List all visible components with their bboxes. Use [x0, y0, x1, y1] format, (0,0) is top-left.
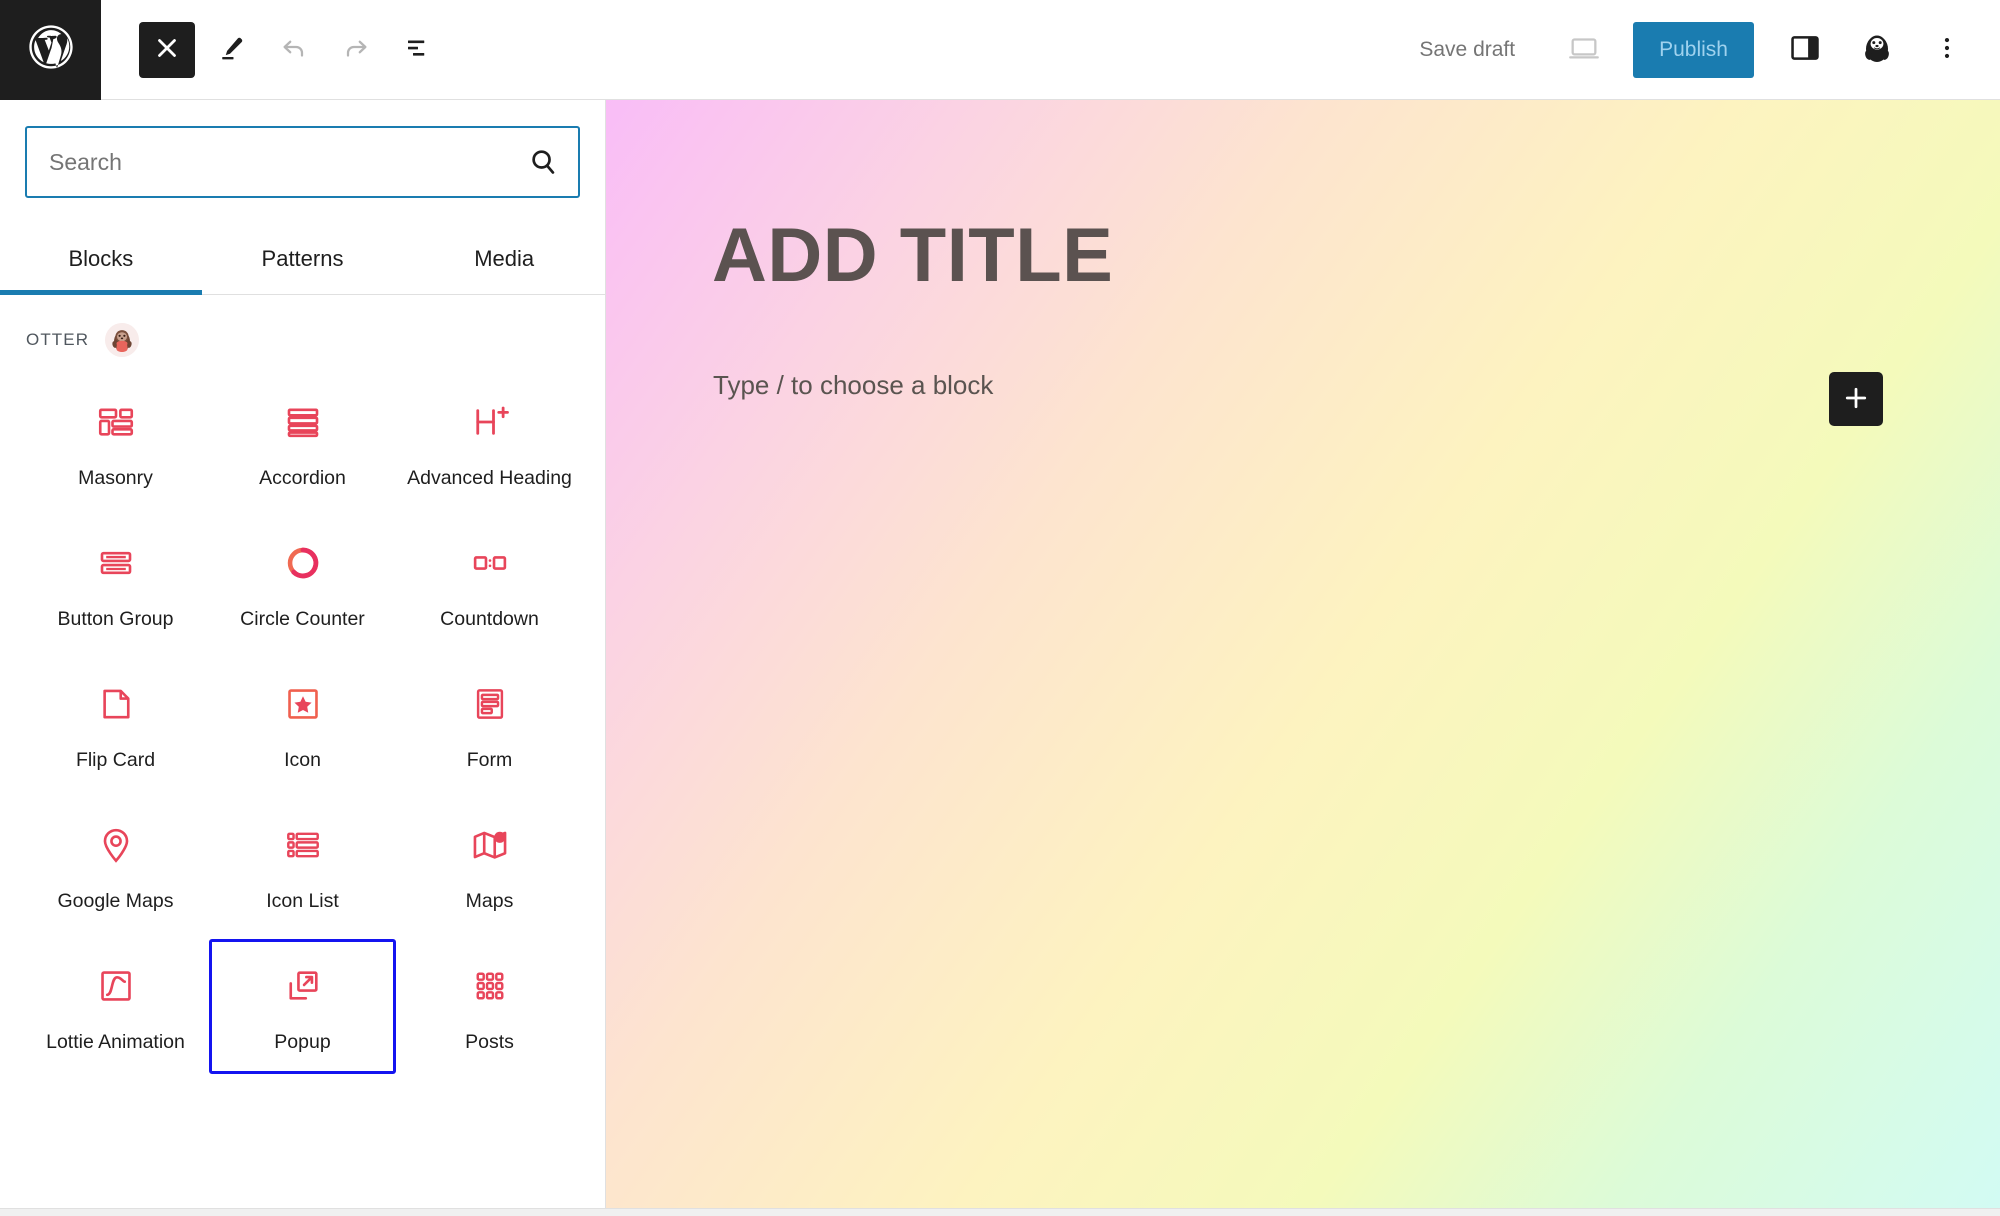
- popup-icon: [281, 964, 325, 1008]
- editor-toolbar: Save draft Publish: [0, 0, 2000, 100]
- block-item-popup[interactable]: Popup: [209, 938, 396, 1074]
- plus-icon: [1841, 383, 1871, 416]
- preview-button[interactable]: [1555, 21, 1613, 79]
- block-label: Popup: [274, 1030, 331, 1053]
- otter-mascot-icon: [1857, 28, 1897, 71]
- tab-blocks[interactable]: Blocks: [0, 232, 202, 295]
- map-pin-icon: [94, 823, 138, 867]
- block-item-google-maps[interactable]: Google Maps: [22, 798, 209, 933]
- otter-mascot-icon: [105, 323, 140, 357]
- block-item-icon[interactable]: Icon: [209, 657, 396, 792]
- search-input[interactable]: [27, 128, 578, 196]
- category-header-otter: OTTER: [0, 295, 605, 361]
- block-label: Button Group: [57, 607, 174, 630]
- editor-canvas[interactable]: ADD TITLE Type / to choose a block: [606, 100, 2000, 1216]
- block-label: Google Maps: [57, 889, 174, 912]
- block-label: Icon List: [266, 889, 339, 912]
- circle-counter-icon: [281, 541, 325, 585]
- blocks-panel-body: OTTER Masonry Accordion Advanced Heading…: [0, 295, 605, 1216]
- add-block-button[interactable]: [1829, 372, 1883, 426]
- block-item-accordion[interactable]: Accordion: [209, 375, 396, 510]
- block-label: Flip Card: [75, 748, 156, 771]
- block-inserter-panel: Blocks Patterns Media OTTER: [0, 100, 606, 1216]
- block-item-maps[interactable]: Maps: [396, 798, 583, 933]
- toolbar-left-group: [139, 19, 449, 81]
- posts-grid-icon: [468, 964, 512, 1008]
- lottie-animation-icon: [94, 964, 138, 1008]
- search-icon: [526, 145, 560, 179]
- search-box[interactable]: [25, 126, 580, 198]
- maps-icon: [468, 823, 512, 867]
- block-item-flip-card[interactable]: Flip Card: [22, 657, 209, 792]
- document-overview-button[interactable]: [387, 19, 449, 81]
- document-overview-icon: [403, 33, 433, 66]
- tab-media[interactable]: Media: [403, 232, 605, 294]
- block-item-posts[interactable]: Posts: [396, 939, 583, 1074]
- close-icon: [152, 33, 182, 66]
- pencil-edit-icon: [217, 33, 247, 66]
- block-label: Accordion: [259, 467, 346, 489]
- search-section: [0, 100, 605, 198]
- publish-button[interactable]: Publish: [1633, 21, 1754, 78]
- toolbar-right-group: Save draft Publish: [1401, 21, 2000, 79]
- block-item-button-group[interactable]: Button Group: [22, 516, 209, 651]
- settings-sidebar-icon: [1788, 31, 1822, 68]
- button-group-icon: [94, 541, 138, 585]
- icon-list-icon: [281, 823, 325, 867]
- redo-button[interactable]: [325, 19, 387, 81]
- bottom-status-strip: [0, 1208, 2000, 1216]
- edit-tool-button[interactable]: [201, 19, 263, 81]
- settings-sidebar-toggle[interactable]: [1776, 21, 1834, 79]
- advanced-heading-icon: [468, 400, 512, 444]
- masonry-icon: [94, 400, 138, 444]
- redo-icon: [341, 33, 371, 66]
- block-label: Posts: [465, 1030, 514, 1053]
- more-options-icon: [1933, 34, 1961, 65]
- tab-patterns[interactable]: Patterns: [202, 232, 404, 294]
- block-label: Lottie Animation: [46, 1030, 185, 1053]
- block-label: Form: [466, 748, 513, 771]
- block-item-advanced-heading[interactable]: Advanced Heading: [396, 375, 583, 510]
- otter-plugin-button[interactable]: [1848, 21, 1906, 79]
- block-item-icon-list[interactable]: Icon List: [209, 798, 396, 933]
- preview-desktop-icon: [1567, 31, 1601, 68]
- form-icon: [468, 682, 512, 726]
- block-label: Masonry: [78, 467, 153, 489]
- countdown-icon: [468, 541, 512, 585]
- block-item-circle-counter[interactable]: Circle Counter: [209, 516, 396, 651]
- block-label: Advanced Heading: [407, 467, 572, 489]
- block-grid: Masonry Accordion Advanced Heading Butto…: [0, 361, 605, 1074]
- post-title-field[interactable]: ADD TITLE: [712, 212, 1113, 299]
- more-options-button[interactable]: [1918, 21, 1976, 79]
- block-label: Maps: [465, 889, 514, 912]
- undo-button[interactable]: [263, 19, 325, 81]
- accordion-icon: [281, 400, 325, 444]
- block-label: Icon: [284, 748, 321, 771]
- star-icon: [281, 682, 325, 726]
- block-item-countdown[interactable]: Countdown: [396, 516, 583, 651]
- flip-card-icon: [94, 682, 138, 726]
- close-inserter-button[interactable]: [139, 21, 195, 78]
- inserter-tabs: Blocks Patterns Media: [0, 232, 605, 295]
- block-item-form[interactable]: Form: [396, 657, 583, 792]
- wordpress-logo-button[interactable]: [0, 0, 101, 100]
- block-label: Countdown: [440, 607, 539, 630]
- block-label: Circle Counter: [240, 607, 365, 630]
- block-item-masonry[interactable]: Masonry: [22, 375, 209, 510]
- undo-icon: [279, 33, 309, 66]
- empty-paragraph-placeholder[interactable]: Type / to choose a block: [713, 370, 993, 401]
- category-title: OTTER: [26, 330, 90, 349]
- block-item-lottie-animation[interactable]: Lottie Animation: [22, 939, 209, 1074]
- save-draft-button[interactable]: Save draft: [1401, 26, 1533, 74]
- wordpress-logo-icon: [25, 21, 77, 78]
